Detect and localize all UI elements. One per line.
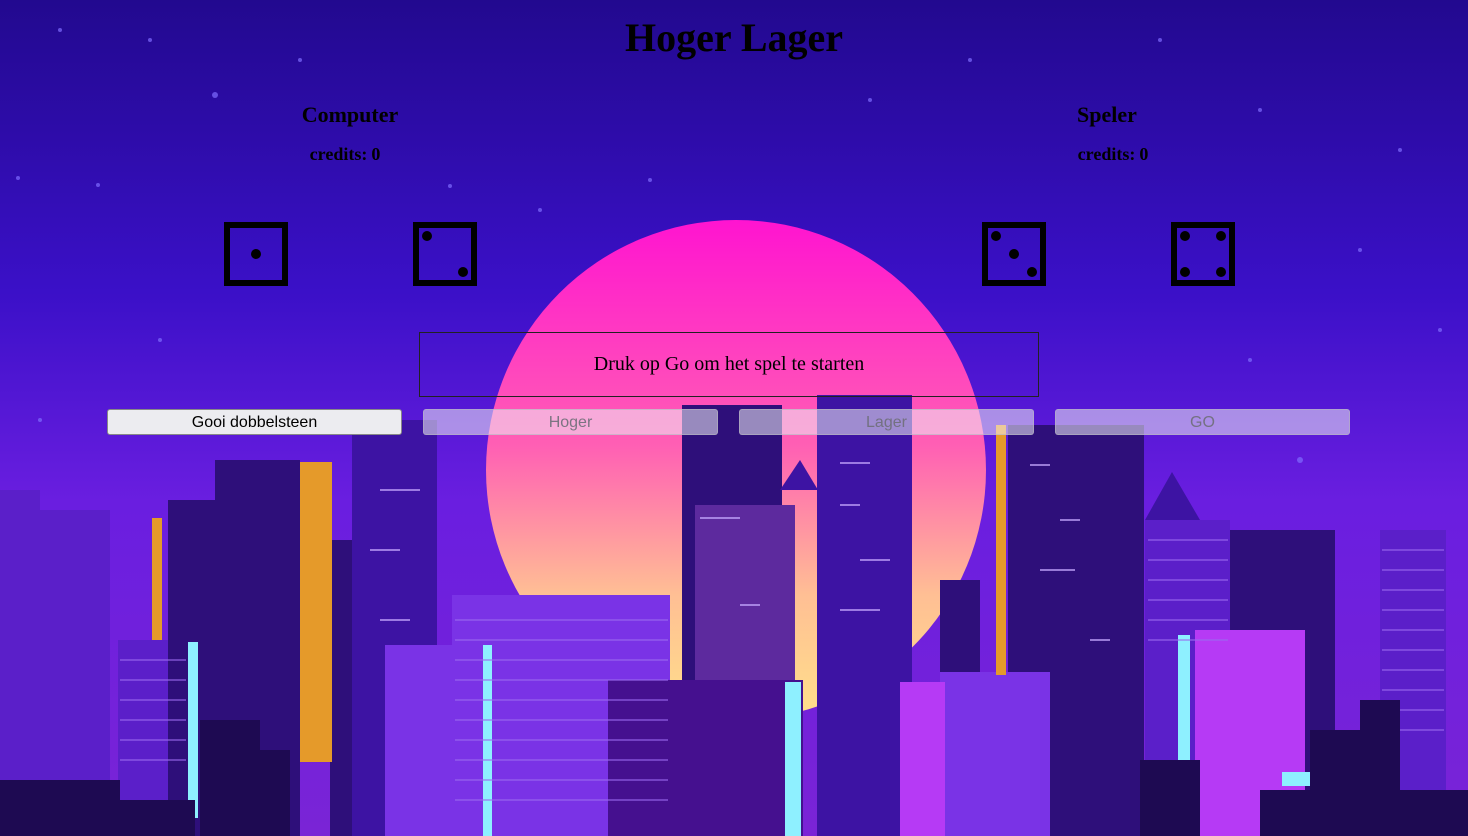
computer-credits-value: 0: [371, 144, 381, 164]
speler-die-2: [1171, 222, 1235, 286]
speler-heading: Speler: [1077, 102, 1137, 127]
speler-credits: credits: 0: [1013, 144, 1213, 165]
die-pip: [1180, 231, 1190, 241]
die-pip: [1216, 267, 1226, 277]
computer-die-1: [224, 222, 288, 286]
computer-credits-label: credits:: [309, 144, 368, 164]
die-pip: [458, 267, 468, 277]
speler-credits-label: credits:: [1077, 144, 1136, 164]
die-pip: [251, 249, 261, 259]
die-pip: [1216, 231, 1226, 241]
die-pip: [1027, 267, 1037, 277]
die-pip: [422, 231, 432, 241]
computer-credits: credits: 0: [245, 144, 445, 165]
speler-die-1: [982, 222, 1046, 286]
lower-button[interactable]: Lager: [739, 409, 1034, 435]
throw-dice-button[interactable]: Gooi dobbelsteen: [107, 409, 402, 435]
die-pip: [991, 231, 1001, 241]
higher-button[interactable]: Hoger: [423, 409, 718, 435]
computer-die-2: [413, 222, 477, 286]
page-title: Hoger Lager: [624, 15, 844, 60]
computer-heading: Computer: [301, 102, 399, 127]
die-pip: [1180, 267, 1190, 277]
game-message-text: Druk op Go om het spel te starten: [593, 353, 865, 375]
game-message: Druk op Go om het spel te starten: [419, 332, 1039, 397]
go-button[interactable]: GO: [1055, 409, 1350, 435]
speler-credits-value: 0: [1139, 144, 1149, 164]
die-pip: [1009, 249, 1019, 259]
